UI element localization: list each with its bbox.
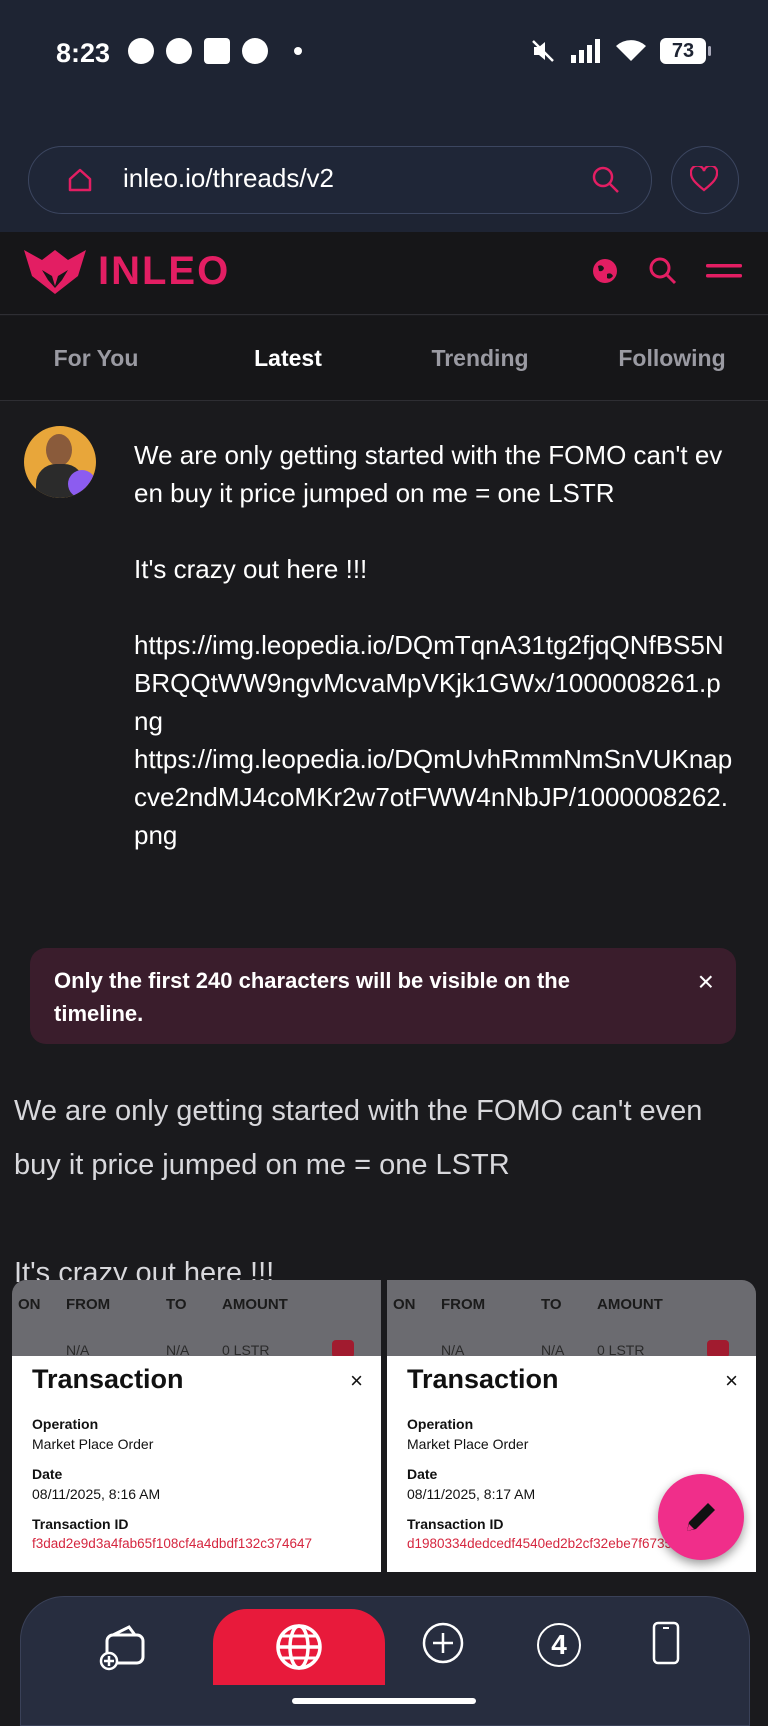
close-icon: × bbox=[350, 1368, 363, 1393]
inleo-logo[interactable]: INLEO bbox=[22, 246, 230, 296]
date-label: Date bbox=[407, 1466, 438, 1482]
header-cell: FROM bbox=[66, 1296, 111, 1313]
address-bar[interactable]: inleo.io/threads/v2 bbox=[28, 146, 652, 214]
attached-images: ON FROM TO AMOUNT N/A N/A 0 LSTR Transac… bbox=[12, 1280, 756, 1572]
txid-label: Transaction ID bbox=[32, 1516, 129, 1532]
hive-app-icon bbox=[242, 38, 268, 64]
date-label: Date bbox=[32, 1466, 63, 1482]
tab-latest[interactable]: Latest bbox=[192, 316, 384, 400]
menu-icon[interactable] bbox=[706, 259, 742, 283]
close-icon[interactable]: × bbox=[698, 966, 714, 998]
txid-value: f3dad2e9d3a4fab65f108cf4a4dbdf132c374647 bbox=[32, 1536, 313, 1551]
tab-following[interactable]: Following bbox=[576, 316, 768, 400]
search-icon[interactable] bbox=[648, 256, 678, 286]
home-icon[interactable] bbox=[67, 167, 93, 193]
txid-label: Transaction ID bbox=[407, 1516, 504, 1532]
avatar[interactable] bbox=[24, 426, 96, 498]
home-indicator[interactable] bbox=[292, 1698, 476, 1704]
tab-trending[interactable]: Trending bbox=[384, 316, 576, 400]
header-cell: ON bbox=[393, 1296, 416, 1313]
operation-value: Market Place Order bbox=[32, 1436, 154, 1452]
feed-tabs: For You Latest Trending Following bbox=[0, 316, 768, 401]
wifi-icon bbox=[616, 40, 646, 61]
header-cell: FROM bbox=[441, 1296, 486, 1313]
browser-toolbar: inleo.io/threads/v2 bbox=[0, 108, 768, 232]
date-value: 08/11/2025, 8:17 AM bbox=[407, 1486, 536, 1502]
more-notifications-dot bbox=[294, 47, 302, 55]
compose-button[interactable] bbox=[658, 1474, 744, 1560]
thread-composer-text[interactable]: We are only getting started with the FOM… bbox=[134, 436, 734, 854]
operation-value: Market Place Order bbox=[407, 1436, 529, 1452]
wallet-add-icon[interactable] bbox=[99, 1621, 149, 1671]
operation-label: Operation bbox=[32, 1416, 99, 1432]
bottom-navigation: 4 bbox=[20, 1596, 750, 1726]
verified-badge-icon bbox=[68, 470, 96, 498]
header-cell: AMOUNT bbox=[222, 1296, 288, 1313]
status-right-icons: 73 bbox=[530, 38, 711, 64]
avatar-face bbox=[46, 434, 72, 466]
threads-app-icon bbox=[166, 38, 192, 64]
battery-indicator: 73 bbox=[660, 38, 711, 64]
signal-icon bbox=[571, 39, 600, 63]
modal-title: Transaction bbox=[407, 1364, 559, 1394]
shopping-bag-icon bbox=[204, 38, 230, 64]
status-bar: 8:23 73 bbox=[0, 0, 768, 108]
tab-for-you[interactable]: For You bbox=[0, 316, 192, 400]
header-cell: TO bbox=[166, 1296, 187, 1313]
globe-icon[interactable] bbox=[273, 1621, 325, 1673]
close-icon: × bbox=[725, 1368, 738, 1393]
heart-icon bbox=[690, 166, 718, 192]
brand-name: INLEO bbox=[98, 248, 231, 293]
character-limit-notice: Only the first 240 characters will be vi… bbox=[30, 948, 736, 1044]
operation-label: Operation bbox=[407, 1416, 474, 1432]
header-cell: TO bbox=[541, 1296, 562, 1313]
url-text[interactable]: inleo.io/threads/v2 bbox=[123, 163, 334, 194]
notice-text: Only the first 240 characters will be vi… bbox=[54, 968, 570, 1026]
add-tab-icon[interactable] bbox=[421, 1621, 465, 1665]
transaction-modal: Transaction × Operation Market Place Ord… bbox=[12, 1356, 381, 1572]
modal-title: Transaction bbox=[32, 1364, 184, 1394]
chat-bubble-icon bbox=[128, 38, 154, 64]
date-value: 08/11/2025, 8:16 AM bbox=[32, 1486, 161, 1502]
attached-image[interactable]: ON FROM TO AMOUNT N/A N/A 0 LSTR Transac… bbox=[12, 1280, 381, 1572]
lion-logo-icon bbox=[24, 250, 86, 294]
search-icon[interactable] bbox=[591, 165, 621, 195]
status-time: 8:23 bbox=[56, 38, 111, 68]
globe-icon[interactable] bbox=[590, 256, 620, 286]
txid-value: d1980334dedcedf4540ed2b2cf32ebe7f67352d0 bbox=[407, 1536, 695, 1551]
favorite-button[interactable] bbox=[671, 146, 739, 214]
header-cell: ON bbox=[18, 1296, 41, 1313]
tab-count-badge[interactable]: 4 bbox=[537, 1623, 581, 1667]
thread-preview-text: We are only getting started with the FOM… bbox=[14, 1095, 703, 1289]
header-actions bbox=[590, 256, 742, 286]
status-notification-icons bbox=[128, 38, 302, 64]
header-cell: AMOUNT bbox=[597, 1296, 663, 1313]
pencil-icon bbox=[687, 1503, 715, 1531]
phone-icon[interactable] bbox=[651, 1621, 681, 1665]
mute-icon bbox=[532, 40, 554, 62]
app-header: INLEO bbox=[0, 232, 768, 315]
